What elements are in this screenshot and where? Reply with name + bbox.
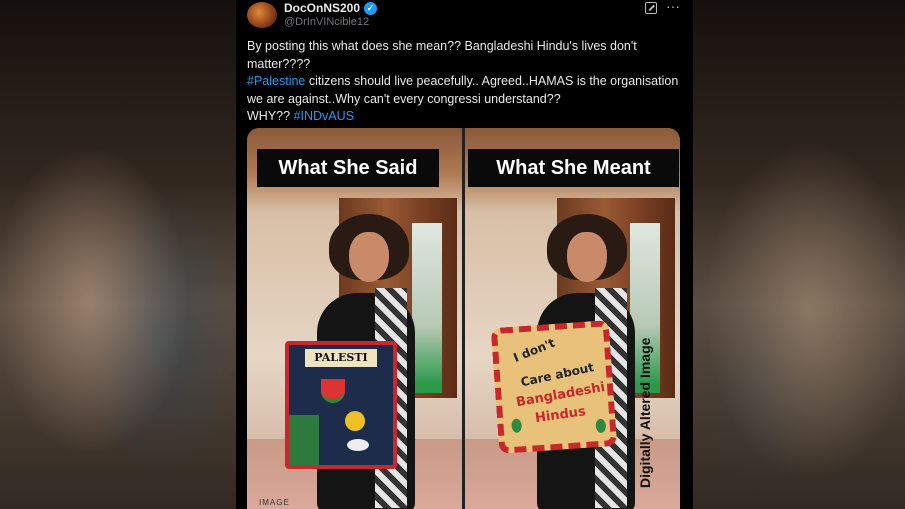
author-name-row: DocOnNS200 ✓: [284, 1, 378, 15]
watermelon-graphic: [321, 379, 345, 403]
media-panel-right: I don't Care about Bangladeshi Hindus Wh…: [465, 128, 680, 509]
doorway: [412, 223, 442, 393]
caption-left: What She Said: [257, 149, 439, 187]
tote-bag-left: PALESTI: [285, 341, 397, 469]
grok-icon[interactable]: [645, 2, 657, 14]
verified-badge-icon: ✓: [364, 1, 378, 15]
tweet-line-3: WHY?? #INDvAUS: [247, 108, 687, 126]
sun-graphic: [345, 411, 365, 431]
tweet-line-3-text: WHY??: [247, 109, 291, 123]
display-name[interactable]: DocOnNS200: [284, 1, 360, 15]
more-options-icon[interactable]: ···: [666, 0, 680, 14]
person-face: [349, 232, 389, 282]
blurred-background-left: [0, 0, 236, 509]
media-panel-left: PALESTI What She Said IMAGE: [247, 128, 462, 509]
blurred-background-right: [693, 0, 905, 509]
bag-text-line: Hindus: [534, 404, 587, 427]
tweet-media[interactable]: PALESTI What She Said IMAGE I don't Care…: [247, 128, 680, 509]
bag-label: PALESTI: [305, 349, 377, 367]
image-tag: IMAGE: [259, 498, 290, 507]
user-handle[interactable]: @DrInVINcible12: [284, 16, 369, 28]
tweet-card: DocOnNS200 ✓ @DrInVINcible12 ··· By post…: [236, 0, 693, 509]
tweet-line-1: By posting this what does she mean?? Ban…: [247, 39, 637, 71]
leaf-graphic: [511, 418, 523, 434]
avatar[interactable]: [247, 2, 277, 28]
tweet-text: By posting this what does she mean?? Ban…: [247, 38, 687, 126]
bag-text-line: I don't: [511, 335, 557, 365]
tweet-line-2-text: citizens should live peacefully.. Agreed…: [247, 74, 679, 106]
tweet-line-2: #Palestine citizens should live peaceful…: [247, 73, 687, 108]
tote-bag-right: I don't Care about Bangladeshi Hindus: [490, 320, 618, 454]
digitally-altered-watermark: Digitally Altered Image: [637, 337, 653, 488]
green-block-graphic: [289, 415, 319, 465]
hashtag-link[interactable]: #Palestine: [247, 74, 305, 88]
caption-right: What She Meant: [468, 149, 679, 187]
person-face: [567, 232, 607, 282]
hashtag-link[interactable]: #INDvAUS: [294, 109, 354, 123]
leaf-graphic: [595, 418, 607, 434]
dove-graphic: [347, 439, 369, 451]
